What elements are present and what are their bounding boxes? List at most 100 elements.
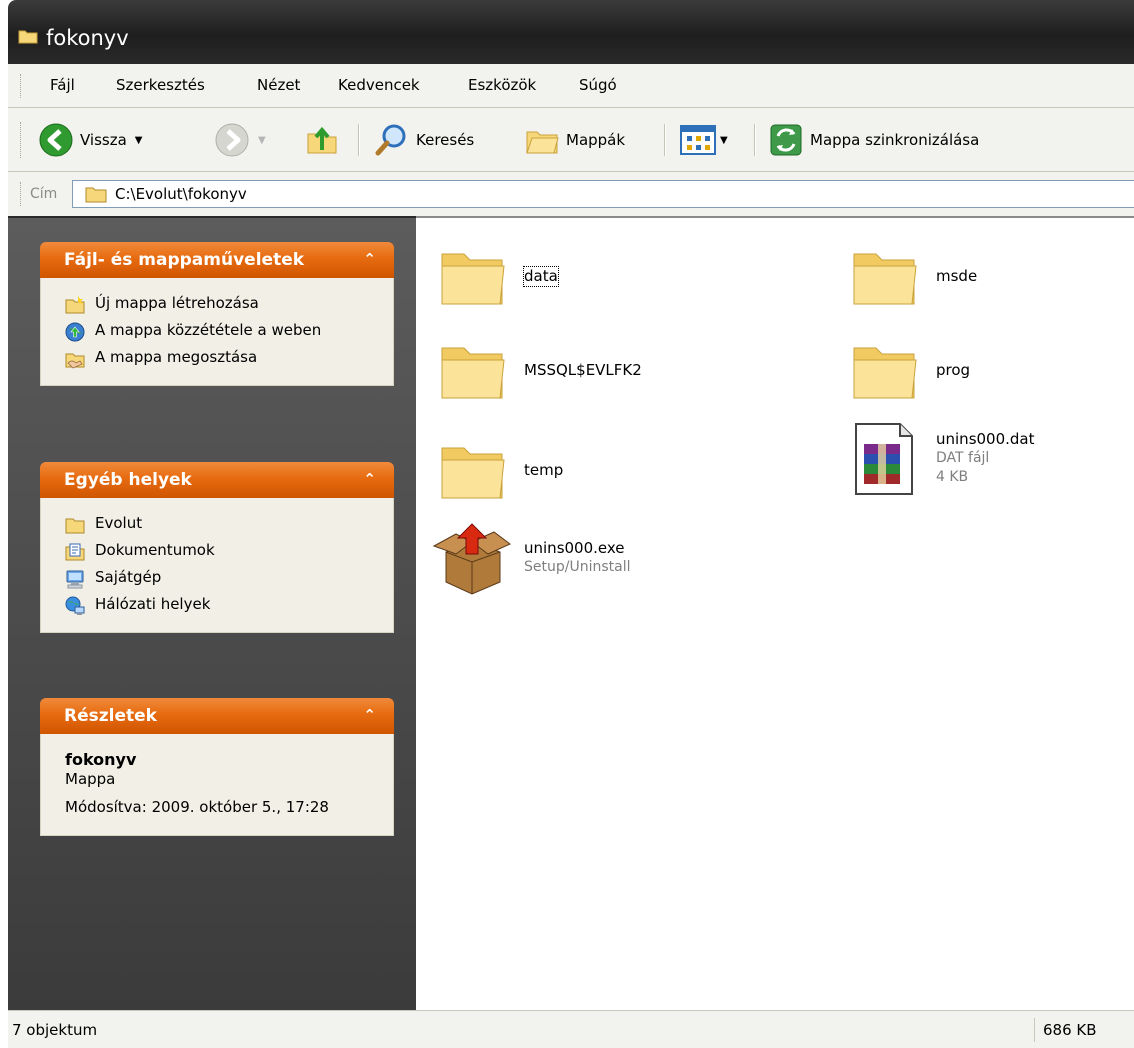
sync-folder-button[interactable]: Mappa szinkronizálása: [768, 122, 979, 158]
folder-up-icon: [307, 126, 337, 154]
toolbar-separator: [358, 124, 360, 156]
file-size: 4 KB: [936, 468, 969, 485]
place-documents-label: Dokumentumok: [95, 541, 215, 559]
menu-view[interactable]: Nézet: [257, 76, 300, 94]
task-publish-web-label: A mappa közzététele a weben: [95, 321, 322, 339]
toolbar-grip[interactable]: [20, 122, 23, 158]
file-item-prog[interactable]: prog: [844, 330, 970, 410]
computer-icon: [66, 570, 84, 589]
forward-dropdown-icon[interactable]: ▼: [258, 135, 266, 146]
task-new-folder[interactable]: Új mappa létrehozása: [65, 294, 393, 315]
file-folder-tasks-panel: Fájl- és mappaműveletek ⌃ Új mappa létre…: [40, 242, 394, 386]
menu-help[interactable]: Súgó: [579, 76, 617, 94]
menu-tools[interactable]: Eszközök: [468, 76, 536, 94]
status-bar: 7 objektum 686 KB: [8, 1010, 1134, 1048]
views-grid-icon: [680, 125, 716, 155]
file-item-msde[interactable]: msde: [844, 236, 977, 316]
collapse-chevron-icon[interactable]: ⌃: [363, 250, 376, 268]
toolbar: Vissza ▼ ▼ Keresés Mappák ▼ Mappa szinkr…: [8, 108, 1134, 172]
place-network[interactable]: Hálózati helyek: [65, 595, 393, 616]
task-share-folder[interactable]: A mappa megosztása: [65, 348, 393, 369]
sync-label: Mappa szinkronizálása: [810, 131, 980, 149]
folder-icon: [441, 447, 505, 499]
folder-icon: [85, 187, 107, 203]
file-type: DAT fájl: [936, 449, 990, 466]
panel-title: Részletek: [64, 706, 157, 726]
file-folder-tasks-body: Új mappa létrehozása A mappa közzététele…: [40, 278, 394, 386]
task-new-folder-label: Új mappa létrehozása: [95, 294, 259, 312]
network-icon: [65, 596, 85, 615]
menu-file[interactable]: Fájl: [50, 76, 75, 94]
folder-icon: [18, 30, 38, 44]
file-item-unins-dat[interactable]: unins000.dat DAT fájl 4 KB: [844, 418, 1035, 498]
up-button[interactable]: [304, 122, 340, 158]
menu-favorites[interactable]: Kedvencek: [338, 76, 420, 94]
details-name: fokonyv: [65, 750, 137, 769]
details-body: fokonyv Mappa Módosítva: 2009. október 5…: [40, 734, 394, 836]
back-button[interactable]: Vissza ▼: [38, 122, 143, 158]
other-places-panel: Egyéb helyek ⌃ Evolut Dokumentumok Saját…: [40, 462, 394, 633]
folders-button[interactable]: Mappák: [524, 122, 625, 158]
other-places-header[interactable]: Egyéb helyek ⌃: [40, 462, 394, 498]
file-item-unins-exe[interactable]: unins000.exe Setup/Uninstall: [432, 518, 631, 598]
toolbar-separator-2: [664, 124, 666, 156]
file-name: data: [523, 265, 559, 287]
file-text: unins000.exe Setup/Uninstall: [524, 539, 631, 577]
other-places-body: Evolut Dokumentumok Sajátgép Hálózati he…: [40, 498, 394, 633]
file-item-data[interactable]: data: [432, 236, 559, 316]
file-item-mssql[interactable]: MSSQL$EVLFK2: [432, 330, 642, 410]
address-label: Cím: [30, 186, 58, 202]
search-button[interactable]: Keresés: [374, 122, 474, 158]
menu-bar: Fájl Szerkesztés Nézet Kedvencek Eszközö…: [8, 64, 1134, 108]
menu-grip[interactable]: [20, 74, 23, 98]
place-evolut[interactable]: Evolut: [65, 514, 393, 535]
details-header[interactable]: Részletek ⌃: [40, 698, 394, 734]
share-folder-icon: [65, 353, 85, 369]
search-label: Keresés: [416, 131, 475, 149]
address-bar: Cím C:\Evolut\fokonyv: [8, 172, 1134, 216]
task-pane: Fájl- és mappaműveletek ⌃ Új mappa létre…: [8, 216, 416, 1010]
folders-label: Mappák: [566, 131, 626, 149]
folder-icon: [853, 253, 917, 305]
window-title: fokonyv: [46, 26, 129, 50]
panel-title: Fájl- és mappaműveletek: [64, 250, 305, 270]
file-name: unins000.exe: [524, 539, 625, 557]
status-object-count: 7 objektum: [12, 1021, 98, 1039]
panel-title: Egyéb helyek: [64, 470, 192, 490]
place-network-label: Hálózati helyek: [95, 595, 211, 613]
back-dropdown-icon[interactable]: ▼: [135, 135, 143, 146]
status-size: 686 KB: [1034, 1018, 1097, 1042]
address-grip[interactable]: [20, 182, 23, 206]
collapse-chevron-icon[interactable]: ⌃: [363, 470, 376, 488]
file-name: temp: [524, 460, 564, 479]
task-publish-web[interactable]: A mappa közzététele a weben: [65, 321, 393, 342]
details-type: Mappa: [65, 770, 116, 788]
folder-icon: [853, 347, 917, 399]
title-bar[interactable]: fokonyv: [8, 0, 1134, 64]
views-dropdown-icon[interactable]: ▼: [720, 135, 728, 146]
place-documents[interactable]: Dokumentumok: [65, 541, 393, 562]
file-text: unins000.dat DAT fájl 4 KB: [936, 430, 1035, 487]
documents-icon: [65, 543, 85, 561]
installer-box-icon: [432, 523, 511, 595]
place-my-computer-label: Sajátgép: [95, 568, 162, 586]
place-evolut-label: Evolut: [95, 514, 143, 532]
winrar-archive-icon: [855, 423, 913, 495]
menu-edit[interactable]: Szerkesztés: [116, 76, 205, 94]
file-name: msde: [936, 266, 978, 285]
file-folder-tasks-header[interactable]: Fájl- és mappaműveletek ⌃: [40, 242, 394, 278]
details-panel: Részletek ⌃ fokonyv Mappa Módosítva: 200…: [40, 698, 394, 836]
file-list: data msde MSSQL$EVLFK2 prog temp unins00…: [416, 216, 1134, 1010]
place-my-computer[interactable]: Sajátgép: [65, 568, 393, 589]
back-label: Vissza: [80, 131, 127, 149]
file-item-temp[interactable]: temp: [432, 430, 563, 510]
folder-icon: [441, 253, 505, 305]
folder-icon: [65, 518, 85, 534]
forward-arrow-icon: [215, 123, 249, 157]
collapse-chevron-icon[interactable]: ⌃: [363, 706, 376, 724]
address-input[interactable]: C:\Evolut\fokonyv: [72, 180, 1134, 208]
folders-icon: [526, 131, 559, 154]
forward-button[interactable]: ▼: [214, 122, 266, 158]
file-name: prog: [936, 360, 971, 379]
views-button[interactable]: ▼: [680, 122, 728, 158]
